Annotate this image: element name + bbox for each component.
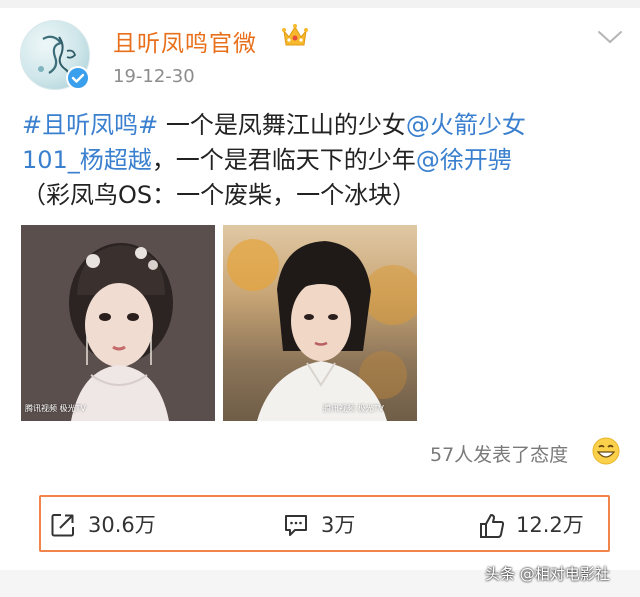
text-part-1: 一个是凤舞江山的少女 (165, 111, 406, 139)
author-name[interactable]: 且听凤鸣官微 (113, 24, 257, 58)
post-text: #且听凤鸣# 一个是凤舞江山的少女@火箭少女 101_杨超越，一个是君临天下的少… (22, 108, 622, 213)
top-divider (0, 0, 640, 8)
image-watermark: 腾讯视频 极光TV (25, 404, 86, 413)
action-bar: 30.6万 3万 12.2万 (39, 495, 610, 552)
post-time: 19-12-30 (113, 66, 195, 87)
crown-icon[interactable] (281, 23, 309, 49)
portrait-girl (21, 225, 215, 421)
reactions-count[interactable]: 57人发表了态度 (430, 440, 568, 467)
text-part-2: ，一个是君临天下的少年 (151, 146, 416, 174)
repost-icon (51, 514, 74, 537)
like-count: 12.2万 (516, 513, 584, 537)
post-text-line-1: #且听凤鸣# 一个是凤舞江山的少女@火箭少女 (22, 108, 622, 143)
repost-count: 30.6万 (88, 513, 156, 537)
topic-link[interactable]: #且听凤鸣# (22, 111, 158, 139)
like-icon (480, 514, 505, 538)
mention-link-1b[interactable]: 101_杨超越 (22, 146, 152, 174)
image-watermark: 腾讯视频 极光TV (323, 404, 384, 413)
chevron-down-icon[interactable] (596, 28, 624, 46)
verified-icon (66, 66, 90, 90)
weibo-post: 且听凤鸣官微 19-12-30 #且听凤鸣# 一个是凤舞江山的少女@火箭少女 1… (0, 0, 640, 597)
post-image-2[interactable]: 腾讯视频 极光TV (223, 225, 417, 421)
post-image-1[interactable]: 腾讯视频 极光TV (21, 225, 215, 421)
post-text-line-2: 101_杨超越，一个是君临天下的少年@徐开骋 (22, 143, 622, 178)
post-text-line-3: （彩凤鸟OS：一个废柴，一个冰块） (22, 181, 417, 209)
footer-watermark: 头条 @相对电影社 (485, 565, 610, 583)
portrait-man (227, 239, 417, 421)
comment-icon (285, 515, 307, 536)
emoji-icon[interactable] (591, 436, 621, 466)
mention-link-2[interactable]: @徐开骋 (416, 146, 512, 174)
comment-count: 3万 (321, 513, 356, 537)
mention-link-1a[interactable]: @火箭少女 (406, 111, 526, 139)
